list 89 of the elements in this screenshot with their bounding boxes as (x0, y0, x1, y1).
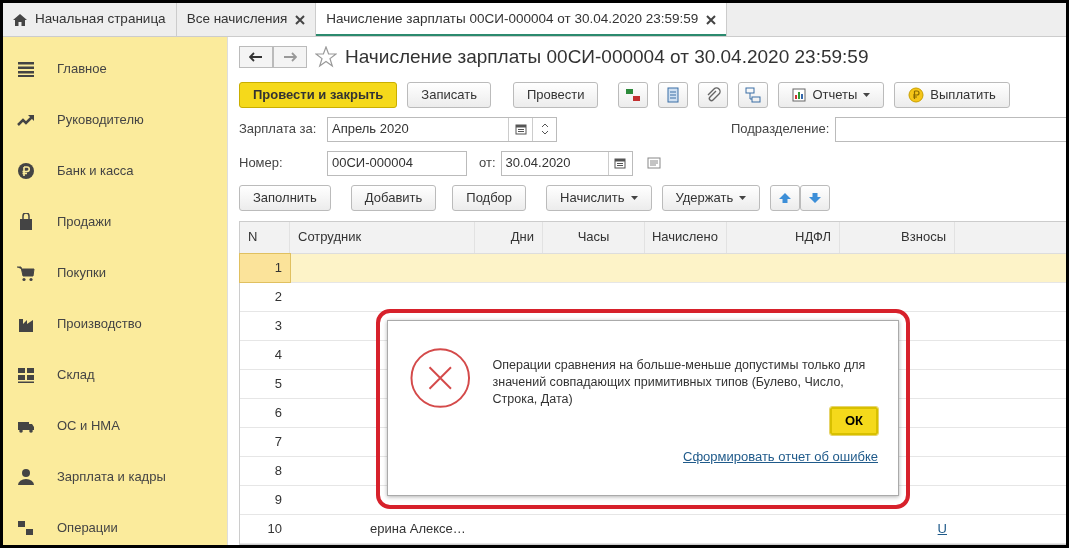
spin-icon (540, 122, 549, 136)
ruble-coin-icon (17, 161, 35, 180)
period-field[interactable]: Апрель 2020 (327, 116, 557, 142)
column-header: Часы (543, 221, 645, 253)
toolbar-icon-button[interactable] (618, 81, 649, 108)
number-field[interactable]: 00СИ-000004 (327, 150, 467, 176)
toolbar-button[interactable]: Провести (512, 81, 599, 108)
table-dropdown[interactable]: Начислить (546, 184, 652, 211)
row-number: 10 (266, 519, 283, 538)
row-number: 8 (273, 461, 283, 480)
row-number: 5 (273, 374, 283, 393)
column-header: Дни (475, 221, 543, 253)
shopping-bag-icon (17, 212, 35, 231)
sidebar-item[interactable]: Покупки (3, 247, 227, 298)
toolbar-button[interactable]: Записать (407, 81, 491, 108)
move-down-button[interactable] (800, 184, 831, 211)
sidebar-item[interactable]: Главное (3, 43, 227, 94)
error-report-link[interactable]: Сформировать отчет об ошибке (683, 447, 878, 467)
calendar-icon (614, 157, 626, 169)
calendar-icon (514, 123, 527, 135)
field-label: Зарплата за: (239, 120, 318, 139)
sidebar-item[interactable]: Операции (3, 502, 227, 548)
table-button[interactable]: Подбор (452, 184, 527, 211)
error-icon (410, 347, 471, 409)
ruble-coin-icon (908, 86, 925, 103)
structure-icon (745, 86, 762, 103)
column-header: N (240, 221, 290, 253)
table-row[interactable]: 2 (240, 282, 1066, 312)
ok-button[interactable]: ОК (830, 407, 878, 435)
toolbar-icon-button[interactable] (658, 81, 689, 108)
field-label: Номер: (239, 154, 284, 173)
cart-icon (17, 263, 35, 282)
list-icon (17, 59, 35, 78)
sidebar-item[interactable]: ОС и НМА (3, 400, 227, 451)
back-button[interactable] (239, 46, 273, 69)
person-icon (17, 467, 35, 486)
document-title: Начисление зарплаты 00СИ-000004 от 30.04.2020 23:59:59 (345, 45, 869, 69)
table-row[interactable]: 10 ерина Алексе… U (240, 514, 1066, 544)
sidebar-item[interactable]: Продажи (3, 196, 227, 247)
arrow-down-icon (808, 191, 823, 204)
back-arrow-icon (249, 52, 263, 63)
error-message: Операции сравнения на больше-меньше допустимы только для значений совпадающих примитивных типов (Булево, Число, Строка, Дата) (492, 357, 867, 408)
tab[interactable]: Начисление зарплаты 00СИ-000004 от 30.04.2020 23:59:59 (316, 3, 728, 36)
comment-icon (646, 157, 661, 169)
row-number: 7 (273, 432, 283, 451)
table-dropdown[interactable]: Удержать (661, 184, 761, 211)
reports-dropdown[interactable]: Отчеты (778, 81, 885, 108)
sidebar-item[interactable]: Банк и касса (3, 145, 227, 196)
close-icon (295, 14, 306, 25)
forward-arrow-icon (283, 52, 297, 63)
arrow-up-icon (778, 191, 793, 204)
table-button[interactable]: Добавить (350, 184, 437, 211)
row-number: 3 (273, 316, 283, 335)
document-list-icon (665, 86, 682, 103)
row-number: 1 (240, 253, 290, 282)
department-field[interactable] (835, 116, 1066, 142)
tab[interactable]: Начальная страница (3, 3, 177, 36)
row-number: 4 (273, 345, 283, 364)
sidebar-item[interactable]: Руководителю (3, 94, 227, 145)
row-number: 6 (273, 403, 283, 422)
caret-icon (739, 195, 747, 200)
column-header: Сотрудник (290, 221, 475, 253)
sidebar-item[interactable]: Склад (3, 349, 227, 400)
date-field[interactable]: 30.04.2020 (500, 150, 633, 176)
table-row[interactable]: 1 (240, 253, 1066, 283)
caret-icon (630, 195, 638, 200)
post-and-close-button[interactable]: Провести и закрыть (239, 81, 398, 108)
warehouse-icon (17, 365, 35, 384)
report-icon (792, 87, 807, 102)
toolbar-icon-button[interactable] (698, 81, 729, 108)
close-icon (706, 14, 717, 25)
table-cell-text: U (937, 519, 947, 538)
star-icon (315, 46, 337, 69)
move-up-button[interactable] (770, 184, 801, 211)
sidebar-item[interactable]: Зарплата и кадры (3, 451, 227, 502)
table-button[interactable]: Заполнить (239, 184, 331, 211)
sidebar-item[interactable]: Производство (3, 298, 227, 349)
toolbar-button[interactable]: Выплатить (894, 81, 1010, 108)
column-header: Начислено (645, 221, 727, 253)
table-cell-text: ерина Алексе… (370, 519, 466, 538)
field-label: от: (479, 154, 496, 173)
column-header: Взносы (840, 221, 955, 253)
home-icon (13, 12, 27, 27)
paperclip-icon (705, 86, 722, 103)
row-number: 2 (273, 287, 283, 306)
field-label: Подразделение: (731, 120, 830, 139)
caret-icon (863, 92, 871, 97)
column-header: НДФЛ (727, 221, 840, 253)
row-number: 9 (273, 490, 283, 509)
